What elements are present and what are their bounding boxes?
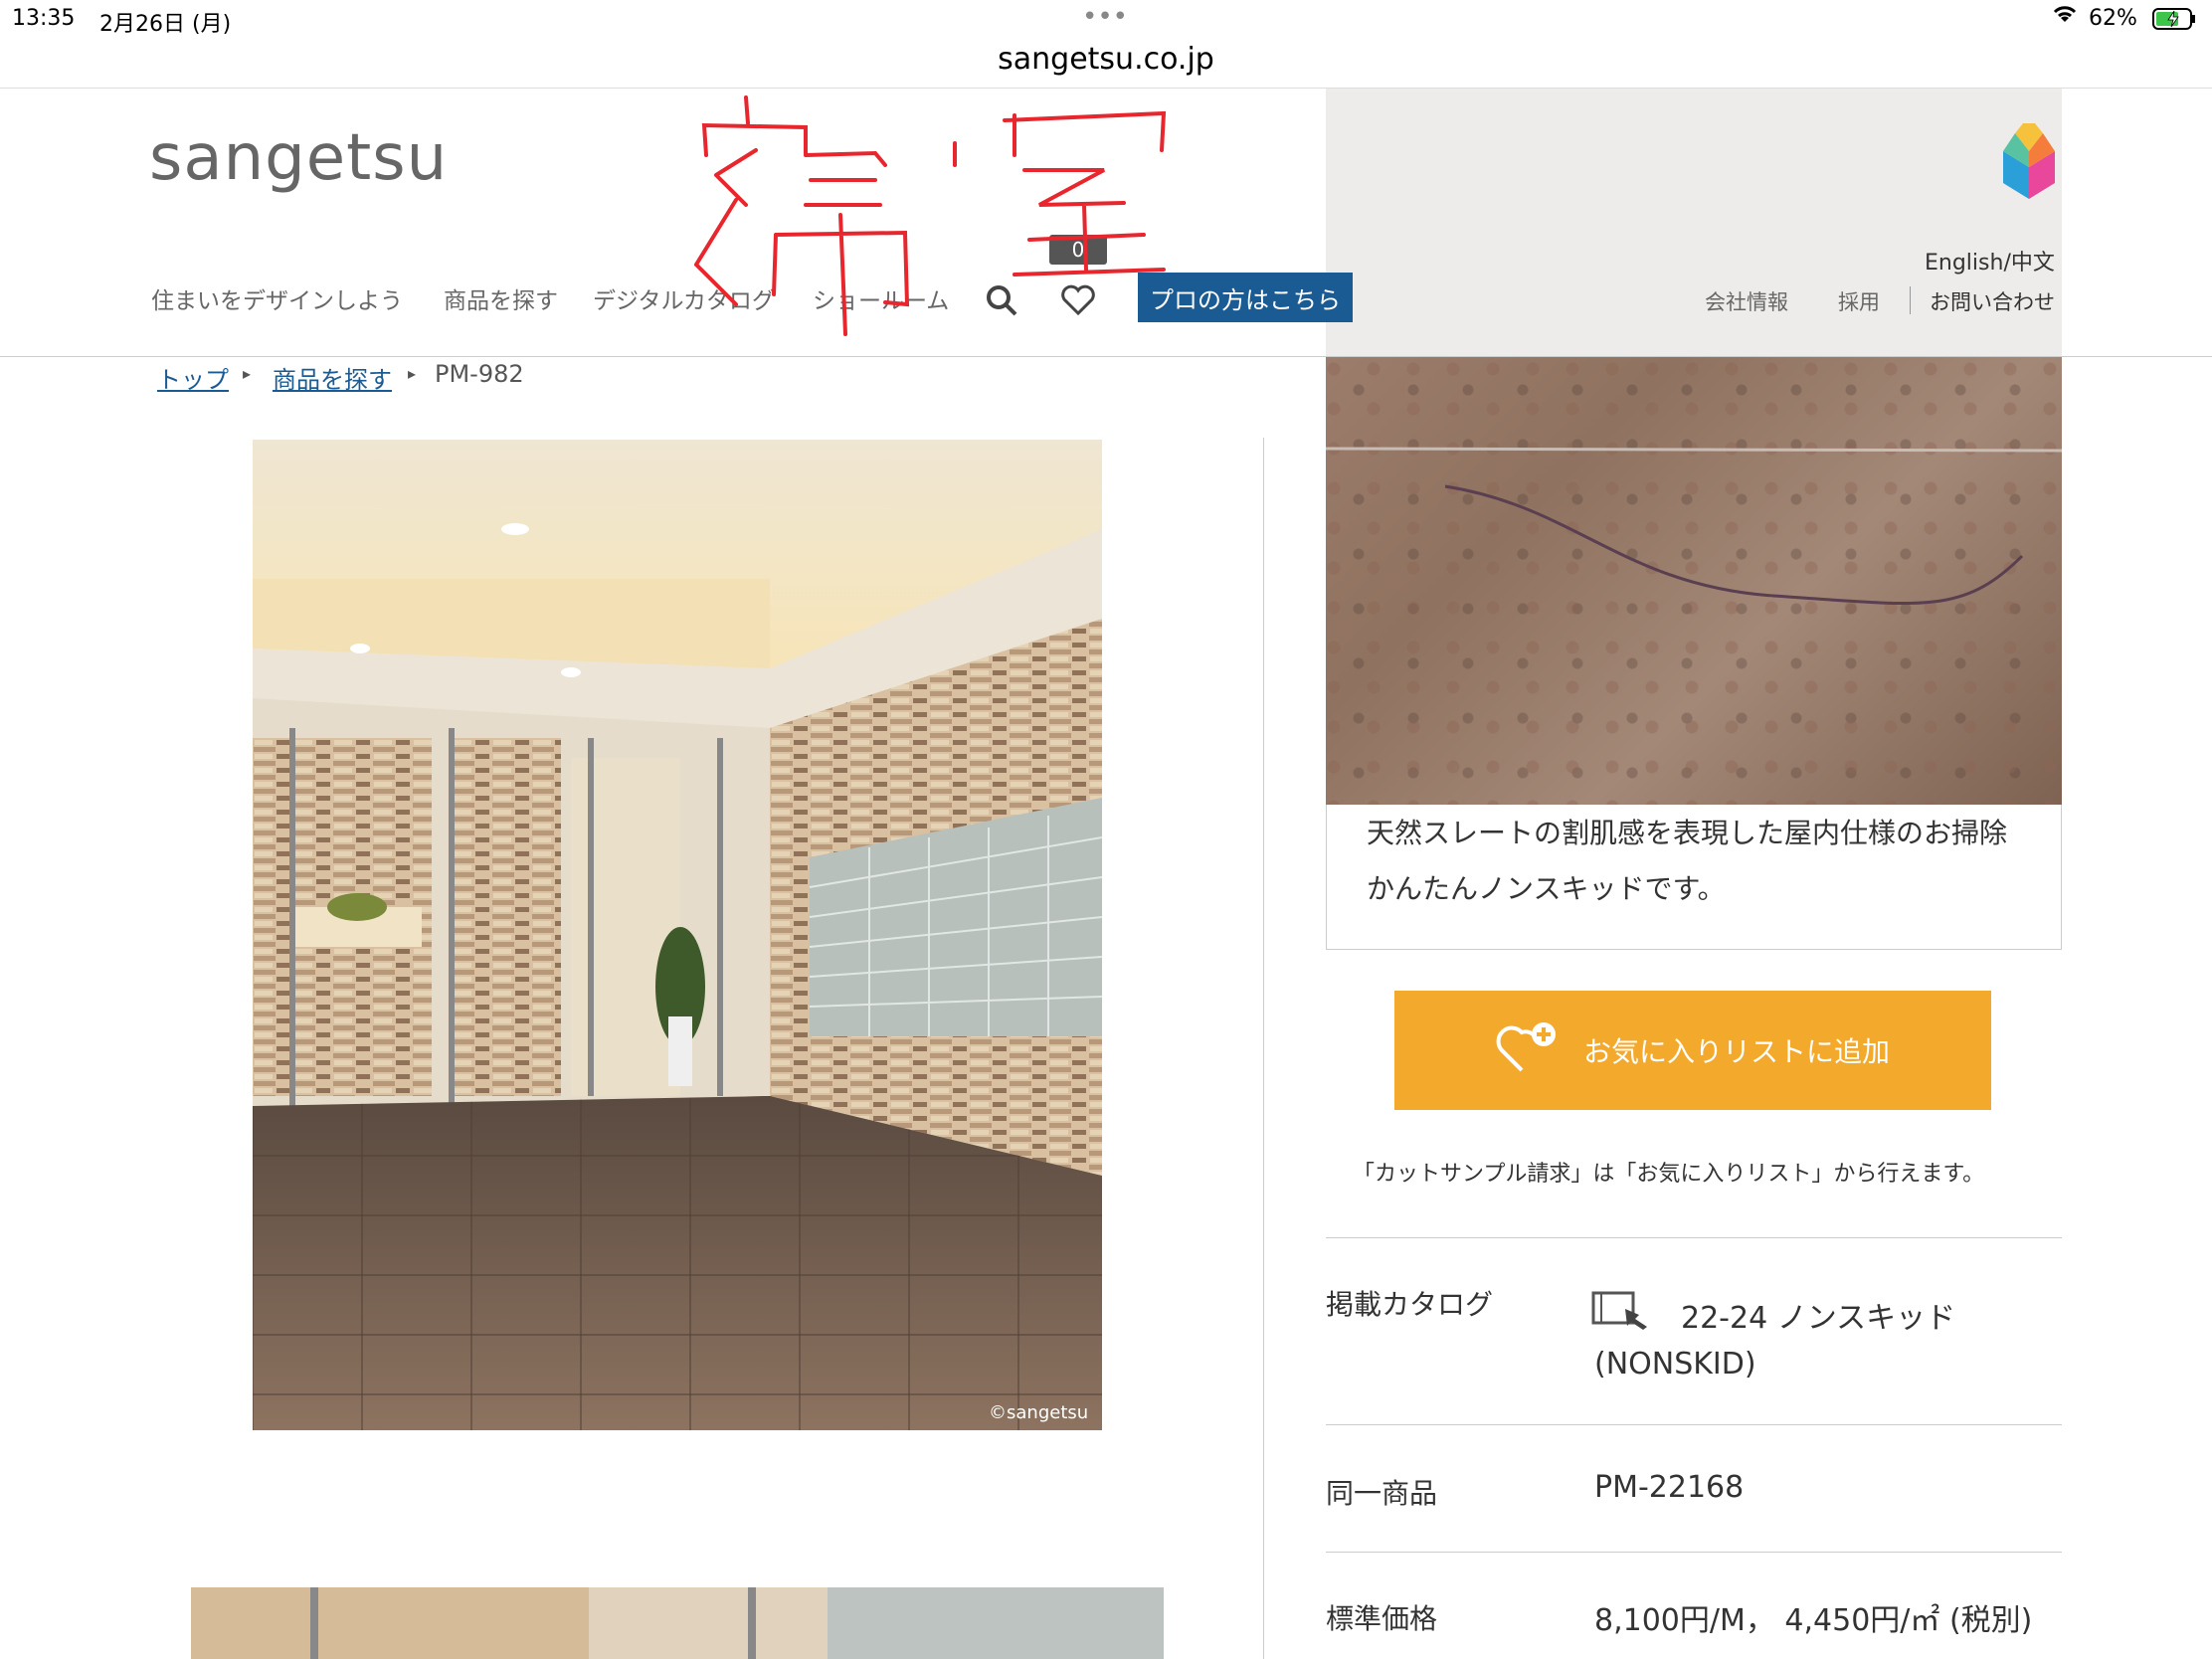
texture-sample-image (1326, 357, 2062, 805)
battery-icon (2152, 8, 2196, 36)
divider (1326, 1237, 2062, 1238)
svg-text:©sangetsu: ©sangetsu (989, 1402, 1088, 1423)
breadcrumb-current: PM-982 (435, 360, 524, 388)
divider (1910, 286, 1911, 314)
multicolor-logo-icon[interactable] (1995, 123, 2063, 203)
logo[interactable]: sangetsu (149, 121, 448, 195)
annotation-text: 寝室 (686, 95, 718, 99)
price-label: 標準価格 (1326, 1602, 1438, 1635)
same-product-label: 同一商品 (1326, 1477, 1438, 1510)
product-photo[interactable]: ©sangetsu (253, 440, 1102, 1430)
product-description: 天然スレートの割肌感を表現した屋内仕様のお掃除 かんたんノンスキッドです。 (1367, 817, 2008, 905)
product-photo-thumbnail[interactable] (191, 1587, 1164, 1659)
catalog-label: 掲載カタログ (1326, 1288, 1494, 1321)
divider (1326, 1424, 2062, 1425)
catalog-book-icon[interactable] (1591, 1289, 1653, 1335)
util-contact[interactable]: お問い合わせ (1930, 286, 2055, 316)
breadcrumb-search[interactable]: 商品を探す (273, 360, 392, 395)
chevron-right-icon: ▸ (408, 364, 417, 383)
status-time: 13:35 (12, 6, 76, 31)
catalog-link-sub[interactable]: (NONSKID) (1594, 1347, 1756, 1382)
divider (1263, 438, 1264, 1659)
chevron-right-icon: ▸ (243, 364, 252, 383)
util-company[interactable]: 会社情報 (1705, 286, 1788, 316)
price-value: 8,100円/M， 4,450円/㎡ (税別) (1594, 1603, 2033, 1638)
language-switch[interactable]: English/中文 (1925, 245, 2055, 276)
texture-background-top (1326, 89, 2062, 357)
sample-request-note: 「カットサンプル請求」は「お気に入りリスト」から行えます。 (1353, 1162, 1985, 1187)
util-recruit[interactable]: 採用 (1838, 286, 1880, 316)
add-to-favorites-button[interactable]: お気に入りリストに追加 (1394, 991, 1991, 1110)
url-text: sangetsu.co.jp (998, 42, 1214, 77)
status-bar: 13:35 2月26日 (月) ••• 62% (0, 0, 2212, 40)
favorite-button-label: お気に入りリストに追加 (1582, 1035, 1890, 1068)
status-date: 2月26日 (月) (99, 12, 232, 37)
divider (1326, 1552, 2062, 1553)
same-product-value: PM-22168 (1594, 1470, 1745, 1505)
multitask-dots[interactable]: ••• (1082, 2, 1128, 32)
nav-search-products[interactable]: 商品を探す (444, 281, 558, 315)
wifi-icon (2051, 2, 2079, 32)
nav-design[interactable]: 住まいをデザインしよう (151, 281, 403, 315)
breadcrumb-top[interactable]: トップ (157, 360, 229, 395)
heart-plus-icon (1496, 1018, 1560, 1083)
address-bar[interactable]: sangetsu.co.jp (0, 40, 2212, 88)
battery-percent: 62% (2089, 6, 2137, 31)
handwritten-annotation: 寝室 (686, 95, 1203, 348)
catalog-link[interactable]: 22-24 ノンスキッド (1681, 1293, 1955, 1337)
divider (0, 356, 2212, 357)
